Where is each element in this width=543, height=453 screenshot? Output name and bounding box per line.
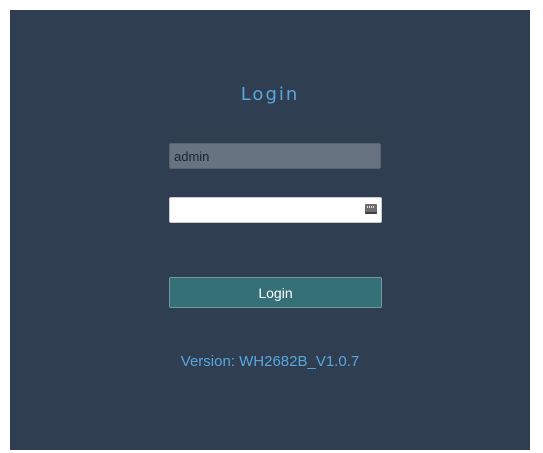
page-title: Login bbox=[240, 84, 300, 105]
version-label: Version: WH2682B_V1.0.7 bbox=[180, 353, 360, 370]
password-field-wrapper bbox=[169, 197, 382, 223]
keyboard-icon[interactable] bbox=[365, 204, 377, 214]
password-field[interactable] bbox=[169, 197, 382, 223]
login-button[interactable]: Login bbox=[169, 277, 382, 308]
login-panel: Login Login Version: WH2682B_V1.0.7 bbox=[10, 10, 530, 450]
username-field[interactable] bbox=[169, 143, 381, 169]
